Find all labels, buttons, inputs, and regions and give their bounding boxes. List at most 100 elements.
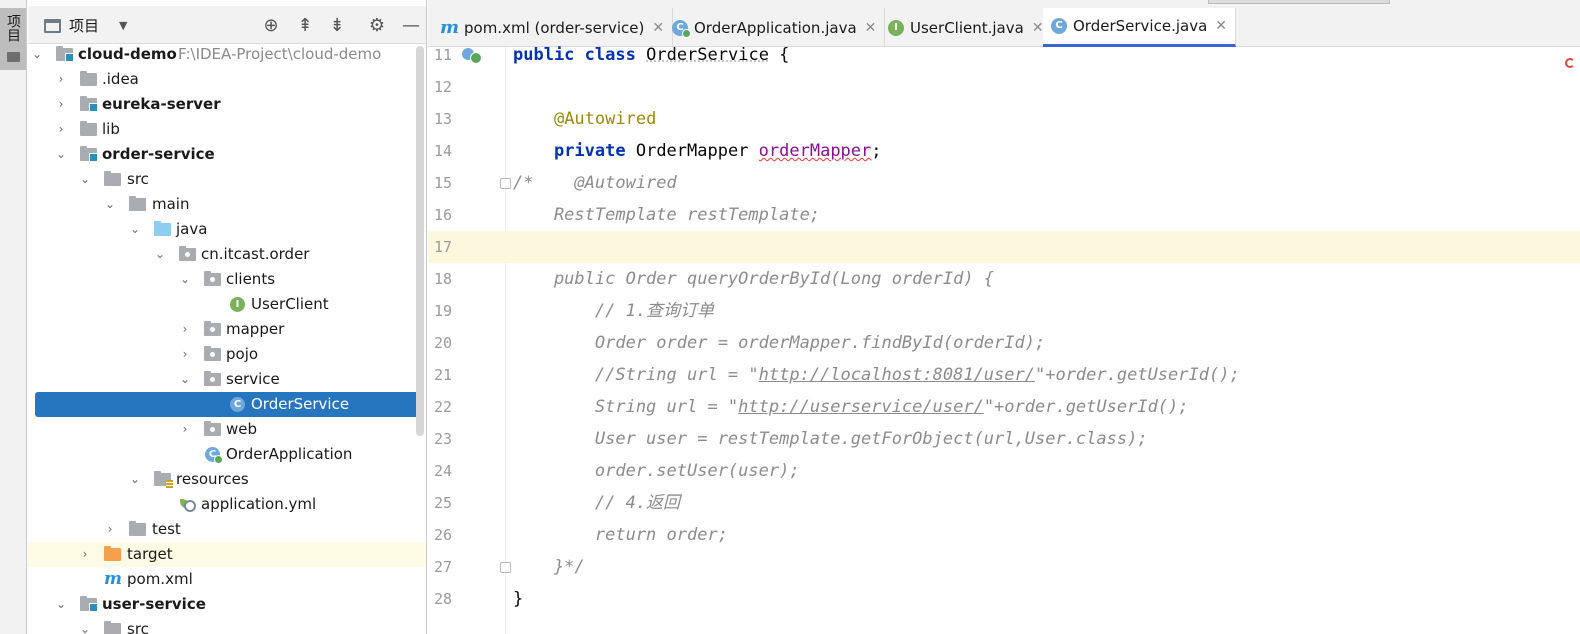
hide-panel-icon[interactable]: —	[400, 15, 422, 37]
chevron-right-icon[interactable]: ›	[78, 542, 92, 567]
chevron-right-icon[interactable]: ›	[178, 342, 192, 367]
tree-item-test[interactable]: › test	[28, 517, 426, 542]
tree-item-userclient[interactable]: I UserClient	[28, 292, 426, 317]
tab-label: pom.xml (order-service)	[464, 18, 645, 37]
fold-marker-icon[interactable]	[500, 562, 511, 573]
tab-userclient[interactable]: I UserClient.java ✕	[880, 8, 1053, 47]
tree-item-label: test	[152, 520, 181, 538]
chevron-right-icon[interactable]: ›	[103, 517, 117, 542]
code-token: OrderService	[646, 45, 769, 65]
chevron-down-icon[interactable]: ⌄	[128, 217, 142, 242]
tree-item-label: web	[226, 420, 258, 438]
tree-item-src[interactable]: ⌄ src	[28, 167, 426, 192]
interface-icon: I	[888, 19, 904, 36]
tree-item-label: user-service	[102, 595, 206, 613]
tree-item-idea[interactable]: › .idea	[28, 67, 426, 92]
chevron-down-icon[interactable]: ⌄	[54, 592, 68, 617]
close-icon[interactable]: ✕	[1032, 20, 1044, 36]
folder-icon	[129, 196, 146, 211]
close-icon[interactable]: ✕	[865, 20, 877, 36]
tree-item-resources[interactable]: ⌄ resources	[28, 467, 426, 492]
close-icon[interactable]: ✕	[652, 20, 664, 36]
chevron-down-icon[interactable]: ⌄	[128, 467, 142, 492]
tree-item-pojo[interactable]: › pojo	[28, 342, 426, 367]
tree-item-pom-xml[interactable]: m pom.xml	[28, 567, 426, 592]
tab-pom-xml[interactable]: m pom.xml (order-service) ✕	[432, 8, 674, 47]
tree-item-mapper[interactable]: › mapper	[28, 317, 426, 342]
tab-label: UserClient.java	[910, 18, 1024, 37]
code-token: RestTemplate restTemplate;	[513, 205, 821, 225]
chevron-right-icon[interactable]: ›	[54, 67, 68, 92]
project-view-selector[interactable]: 项目 ▼	[44, 15, 127, 36]
tree-item-service[interactable]: ⌄ service	[28, 367, 426, 392]
tree-item-package[interactable]: ⌄ cn.itcast.order	[28, 242, 426, 267]
tree-item-orderapplication[interactable]: C OrderApplication	[28, 442, 426, 467]
toolbar-edge	[1208, 0, 1390, 4]
gear-icon[interactable]: ⚙	[366, 15, 388, 37]
chevron-right-icon[interactable]: ›	[178, 417, 192, 442]
tree-item-lib[interactable]: › lib	[28, 117, 426, 142]
chevron-down-icon[interactable]: ⌄	[178, 267, 192, 292]
expand-all-icon[interactable]: ⇞	[294, 15, 316, 37]
chevron-down-icon[interactable]: ⌄	[103, 192, 117, 217]
code-url[interactable]: http://userservice/user/	[738, 397, 984, 417]
collapse-all-icon[interactable]: ⇟	[326, 15, 348, 37]
tree-item-order-service[interactable]: ⌄ order-service	[28, 142, 426, 167]
line-number: 11	[434, 46, 453, 64]
tab-orderapplication[interactable]: C OrderApplication.java ✕	[664, 8, 886, 47]
package-icon	[204, 271, 221, 286]
chevron-right-icon[interactable]: ›	[178, 317, 192, 342]
spring-bean-gutter-icon[interactable]	[462, 47, 482, 64]
code-line: 21 //String url = "http://localhost:8081…	[428, 367, 1580, 399]
locate-icon[interactable]: ⊕	[260, 15, 282, 37]
spring-app-class-icon: C	[672, 19, 691, 38]
fold-marker-icon[interactable]	[500, 178, 511, 189]
module-folder-icon	[80, 146, 98, 162]
project-tool-tab[interactable]: 项目	[0, 8, 26, 70]
code-line: 20 Order order = orderMapper.findById(or…	[428, 335, 1580, 367]
code-token: @Autowired	[553, 109, 657, 129]
code-token: ;	[871, 141, 882, 161]
code-editor[interactable]: 11 public class OrderService { 12 13 @Au…	[428, 47, 1580, 634]
tree-item-application-yml[interactable]: application.yml	[28, 492, 426, 517]
tree-item-web[interactable]: › web	[28, 417, 426, 442]
code-token: User user = restTemplate.getForObject(ur…	[513, 429, 1148, 449]
line-number: 12	[434, 78, 453, 96]
line-number: 18	[434, 270, 453, 288]
tree-item-eureka-server[interactable]: › eureka-server	[28, 92, 426, 117]
tree-item-orderservice[interactable]: C OrderService	[35, 392, 421, 417]
chevron-down-icon[interactable]: ▼	[119, 19, 127, 32]
class-icon: C	[230, 397, 245, 412]
tree-item-main[interactable]: ⌄ main	[28, 192, 426, 217]
error-indicator-icon[interactable]	[1565, 58, 1575, 68]
chevron-down-icon[interactable]: ⌄	[178, 367, 192, 392]
code-token: }*/	[513, 557, 585, 577]
project-tool-tab-label: 项目	[5, 14, 21, 42]
code-line: 18 public Order queryOrderById(Long orde…	[428, 271, 1580, 303]
tree-item-src[interactable]: ⌄ src	[28, 617, 426, 634]
tree-item-target[interactable]: › target	[28, 542, 426, 567]
code-token: String url = "	[513, 397, 739, 417]
package-icon	[204, 346, 221, 361]
chevron-down-icon[interactable]: ⌄	[153, 242, 167, 267]
tree-item-user-service[interactable]: ⌄ user-service	[28, 592, 426, 617]
package-icon	[204, 371, 221, 386]
code-line: 28 }	[428, 591, 1580, 623]
tree-item-label: src	[127, 170, 149, 188]
panel-scrollbar[interactable]	[416, 46, 424, 436]
tree-item-clients[interactable]: ⌄ clients	[28, 267, 426, 292]
chevron-right-icon[interactable]: ›	[54, 92, 68, 117]
chevron-down-icon[interactable]: ⌄	[30, 42, 44, 67]
chevron-down-icon[interactable]: ⌄	[78, 167, 92, 192]
tab-orderservice[interactable]: C OrderService.java ✕	[1043, 8, 1236, 47]
tree-item-cloud-demo[interactable]: ⌄ cloud-demo F:\IDEA-Project\cloud-demo	[28, 42, 426, 67]
chevron-right-icon[interactable]: ›	[54, 117, 68, 142]
close-icon[interactable]: ✕	[1215, 18, 1227, 34]
folder-icon	[7, 52, 20, 62]
chevron-down-icon[interactable]: ⌄	[78, 617, 92, 634]
tree-item-java[interactable]: ⌄ java	[28, 217, 426, 242]
tree-item-label: service	[226, 370, 280, 388]
chevron-down-icon[interactable]: ⌄	[54, 142, 68, 167]
maven-icon: m	[440, 16, 460, 38]
code-url[interactable]: http://localhost:8081/user/	[759, 365, 1035, 385]
